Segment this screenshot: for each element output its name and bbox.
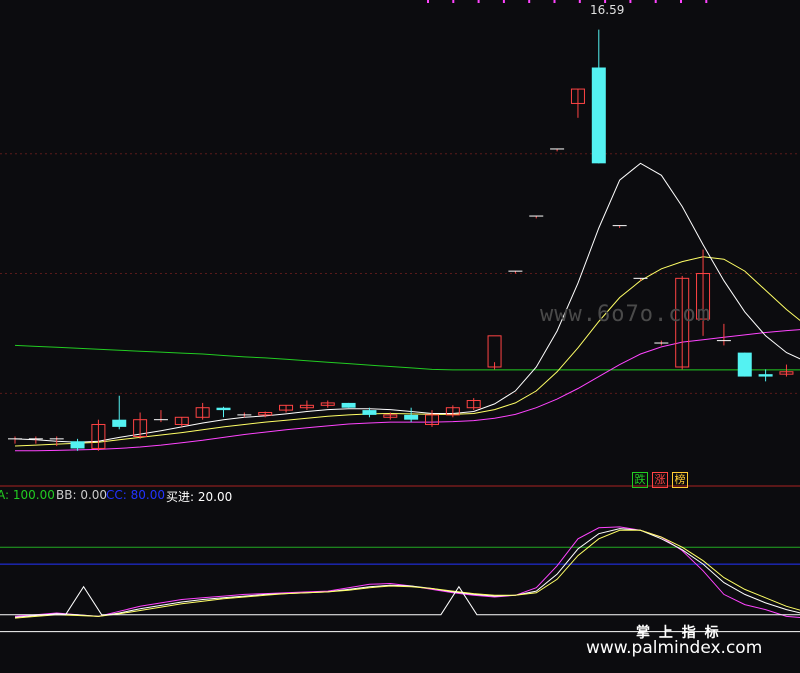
indicator-line-1 <box>14 526 800 619</box>
buy-signal-line <box>0 585 800 616</box>
badge-up: 涨 <box>652 472 668 488</box>
indicator-buy-label: 买进: 20.00 <box>166 490 233 504</box>
indicator-bb-label: BB: 0.00 <box>56 488 108 502</box>
candle-body-down <box>404 414 419 420</box>
candle-body-down <box>758 374 773 377</box>
candle-body-down <box>216 407 231 411</box>
watermark-footer: www.palmindex.com <box>586 638 763 658</box>
candle-body-down <box>70 441 85 449</box>
candlestick-series <box>8 29 794 451</box>
indicator-cc-label: CC: 80.00 <box>106 488 165 502</box>
chart-canvas <box>0 0 800 633</box>
candle-body-down <box>362 410 377 415</box>
indicator-lines <box>0 526 800 619</box>
top-markers <box>427 0 708 3</box>
candle-body-down <box>112 419 127 427</box>
grid-lines <box>0 153 800 633</box>
watermark-main: www.6o7o.com <box>540 302 711 327</box>
candle-body-down <box>341 402 356 408</box>
candle-body-down <box>737 352 752 377</box>
indicator-a-label: A: 100.00 <box>0 488 55 502</box>
badge-down: 跌 <box>632 472 648 488</box>
indicator-line-2 <box>14 528 800 618</box>
candle-body-down <box>591 67 606 164</box>
badge-rank: 榜 <box>672 472 688 488</box>
high-price-label: 16.59 <box>590 3 625 17</box>
indicator-line-3 <box>14 529 800 619</box>
